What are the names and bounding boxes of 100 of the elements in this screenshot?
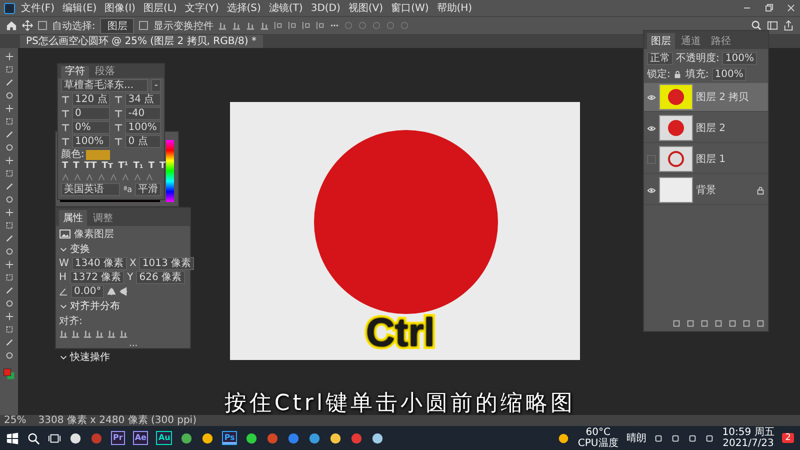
- tool-icon[interactable]: [4, 104, 14, 113]
- text-style-button[interactable]: Tт: [100, 161, 114, 172]
- layer-row[interactable]: 背景: [644, 176, 768, 205]
- document-tab[interactable]: PS怎么画空心圆环 @ 25% (图层 2 拷贝, RGB/8) *: [20, 35, 262, 48]
- app-icon[interactable]: Pr: [111, 431, 125, 445]
- layer-row[interactable]: 图层 2: [644, 114, 768, 143]
- notification-badge[interactable]: 2: [782, 433, 794, 443]
- app-icon[interactable]: [201, 432, 214, 444]
- panel-tab[interactable]: 通道: [677, 33, 705, 49]
- app-icon[interactable]: [370, 432, 384, 444]
- windows-start-icon[interactable]: [6, 432, 19, 444]
- menu-item[interactable]: 窗口(W): [389, 1, 431, 15]
- distribute-icon[interactable]: [288, 21, 298, 30]
- align-icon[interactable]: [107, 329, 116, 338]
- align-icon[interactable]: [260, 21, 270, 30]
- align-icon[interactable]: [71, 329, 80, 338]
- menu-item[interactable]: 滤镜(T): [266, 1, 305, 15]
- text-style-button[interactable]: T: [158, 161, 167, 172]
- menu-item[interactable]: 编辑(E): [60, 1, 99, 15]
- panel-tab[interactable]: 调整: [89, 210, 117, 226]
- align-icon[interactable]: [246, 21, 256, 30]
- tool-icon[interactable]: [4, 52, 14, 61]
- type-value-field[interactable]: 0 点: [125, 135, 161, 148]
- type-value-field[interactable]: 120 点: [72, 93, 110, 106]
- app-icon[interactable]: Ps: [222, 431, 237, 445]
- app-icon[interactable]: [308, 432, 321, 444]
- distribute-icon[interactable]: [316, 21, 326, 30]
- menu-item[interactable]: 文件(F): [19, 1, 57, 15]
- eye-icon[interactable]: [647, 186, 656, 194]
- text-style-button[interactable]: T: [61, 161, 70, 172]
- share-icon[interactable]: [783, 20, 794, 31]
- menu-item[interactable]: 视图(V): [346, 1, 386, 15]
- checkbox[interactable]: [139, 21, 148, 30]
- task-view-icon[interactable]: [48, 432, 61, 444]
- app-icon[interactable]: Au: [156, 431, 172, 445]
- align-icon[interactable]: [59, 329, 68, 338]
- tool-icon[interactable]: [4, 312, 14, 321]
- clock-time[interactable]: 10:59 周五: [722, 427, 774, 438]
- app-icon[interactable]: [180, 432, 194, 444]
- tool-icon[interactable]: [4, 260, 14, 269]
- menu-item[interactable]: 选择(S): [224, 1, 263, 15]
- type-value-field[interactable]: 100%: [72, 135, 110, 148]
- language-dropdown[interactable]: 美国英语: [61, 183, 120, 196]
- distribute-icon[interactable]: [274, 21, 284, 30]
- align-icon[interactable]: [232, 21, 242, 30]
- menu-item[interactable]: 图像(I): [102, 1, 138, 15]
- workspace-icon[interactable]: [767, 20, 778, 31]
- font-style-dropdown[interactable]: -: [151, 79, 161, 92]
- menu-item[interactable]: 3D(D): [308, 2, 342, 14]
- eye-icon[interactable]: [647, 124, 656, 132]
- tool-icon[interactable]: [4, 156, 14, 165]
- antialias-dropdown[interactable]: 平滑: [135, 183, 161, 196]
- eye-icon[interactable]: [647, 92, 656, 102]
- tool-icon[interactable]: [4, 208, 14, 217]
- font-family-dropdown[interactable]: 草檀斋毛泽东...: [61, 79, 148, 92]
- y-field[interactable]: 626 像素: [136, 271, 185, 284]
- align-icon[interactable]: [119, 329, 128, 338]
- blend-mode-dropdown[interactable]: 正常: [647, 52, 673, 64]
- app-icon[interactable]: [69, 432, 82, 444]
- menu-item[interactable]: 文字(Y): [182, 1, 221, 15]
- more-button[interactable]: ...: [129, 339, 138, 349]
- panel-tab[interactable]: 图层: [647, 33, 675, 49]
- height-field[interactable]: 1372 像素: [70, 271, 124, 284]
- type-value-field[interactable]: 0%: [72, 121, 110, 134]
- align-icon[interactable]: [218, 21, 228, 30]
- app-icon[interactable]: [328, 432, 342, 444]
- text-style-button[interactable]: T₁: [132, 161, 144, 172]
- target-dropdown[interactable]: 图层: [100, 18, 134, 34]
- menu-item[interactable]: 帮助(H): [434, 1, 474, 15]
- text-style-button[interactable]: TT: [83, 161, 98, 172]
- angle-field[interactable]: 0.00°: [71, 285, 104, 298]
- text-style-button[interactable]: T: [72, 161, 80, 172]
- type-value-field[interactable]: 34 点: [125, 93, 161, 106]
- type-value-field[interactable]: 100%: [125, 121, 161, 134]
- panel-tab[interactable]: 字符: [61, 66, 89, 78]
- restore-icon[interactable]: [764, 3, 774, 13]
- search-icon[interactable]: [751, 20, 762, 31]
- width-field[interactable]: 1340 像素: [72, 257, 127, 270]
- app-icon[interactable]: [244, 432, 258, 444]
- home-icon[interactable]: [6, 20, 17, 31]
- menu-item[interactable]: 图层(L): [141, 1, 179, 15]
- type-value-field[interactable]: -40: [125, 107, 161, 120]
- text-color-swatch[interactable]: [86, 150, 110, 160]
- checkbox[interactable]: [38, 21, 47, 30]
- align-icon[interactable]: [83, 329, 92, 338]
- text-style-button[interactable]: T¹: [117, 161, 130, 172]
- layer-row[interactable]: 图层 1: [644, 145, 768, 174]
- align-icon[interactable]: [95, 329, 104, 338]
- x-field[interactable]: 1013 像素: [139, 257, 194, 270]
- fill-field[interactable]: 100%: [712, 68, 746, 80]
- text-style-button[interactable]: T: [147, 161, 156, 172]
- lock-icon[interactable]: [673, 70, 682, 78]
- type-value-field[interactable]: 0: [72, 107, 110, 120]
- search-icon[interactable]: [27, 432, 40, 444]
- layer-row[interactable]: 图层 2 拷贝: [644, 83, 768, 112]
- panel-tab[interactable]: 属性: [59, 210, 87, 226]
- opacity-field[interactable]: 100%: [722, 52, 757, 64]
- distribute-icon[interactable]: [302, 21, 312, 30]
- app-icon[interactable]: Ae: [132, 431, 148, 445]
- panel-tab[interactable]: 段落: [91, 66, 119, 78]
